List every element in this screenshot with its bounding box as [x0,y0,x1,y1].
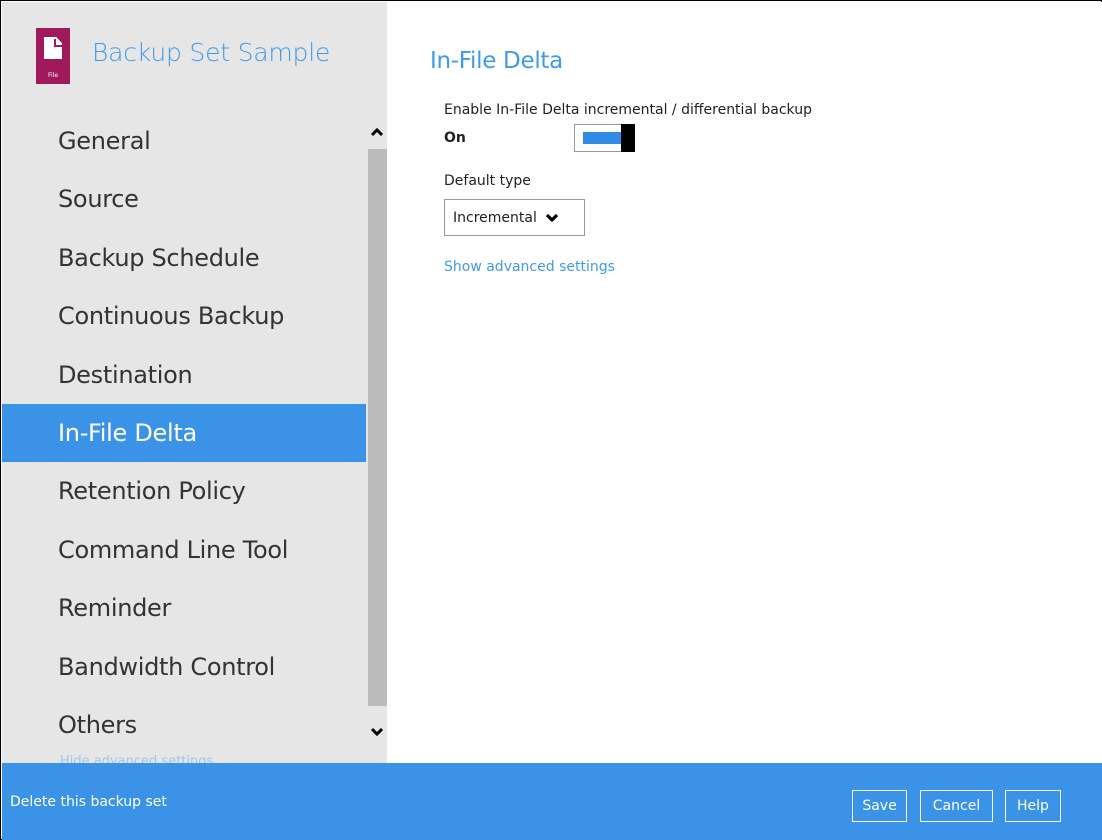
sidebar-item-continuous-backup[interactable]: Continuous Backup [2,287,366,345]
help-button[interactable]: Help [1005,790,1061,822]
sidebar-item-source[interactable]: Source [2,170,366,228]
window: File Backup Set Sample General Source Ba… [0,0,1102,840]
sidebar-item-destination[interactable]: Destination [2,346,366,404]
save-button[interactable]: Save [852,790,907,822]
delete-backup-set-link[interactable]: Delete this backup set [10,794,167,810]
file-icon-label: File [47,72,59,79]
sidebar-nav: General Source Backup Schedule Continuou… [2,112,366,754]
scroll-up-icon[interactable] [370,127,384,139]
scroll-down-icon[interactable] [370,727,384,739]
default-type-select[interactable]: Incremental [444,199,585,236]
toggle-fill [583,132,623,144]
enable-in-file-delta-label: Enable In-File Delta incremental / diffe… [444,102,812,118]
scroll-thumb[interactable] [368,149,387,706]
app-title: Backup Set Sample [92,37,331,67]
show-advanced-settings-link[interactable]: Show advanced settings [444,259,615,275]
sidebar-item-others[interactable]: Others [2,696,366,754]
toggle-state-label: On [444,130,466,146]
in-file-delta-toggle[interactable] [574,124,635,152]
file-sheet-icon [44,37,62,59]
section-title: In-File Delta [430,48,563,74]
sidebar-scrollbar[interactable] [368,123,387,747]
sidebar-item-bandwidth-control[interactable]: Bandwidth Control [2,638,366,696]
footer-bar: Delete this backup set Save Cancel Help [2,763,1102,840]
sidebar-item-reminder[interactable]: Reminder [2,579,366,637]
default-type-label: Default type [444,173,531,189]
sidebar-item-backup-schedule[interactable]: Backup Schedule [2,229,366,287]
hide-advanced-settings-link[interactable]: Hide advanced settings [60,754,213,763]
toggle-knob[interactable] [621,124,635,152]
sidebar-item-general[interactable]: General [2,112,366,170]
sidebar: File Backup Set Sample General Source Ba… [2,2,387,763]
sidebar-item-retention-policy[interactable]: Retention Policy [2,462,366,520]
main-panel: In-File Delta Enable In-File Delta incre… [387,2,1102,763]
chevron-down-icon [545,213,558,222]
cancel-button[interactable]: Cancel [920,790,993,822]
app-header: File Backup Set Sample [36,28,330,84]
sidebar-item-command-line-tool[interactable]: Command Line Tool [2,521,366,579]
sidebar-item-in-file-delta[interactable]: In-File Delta [2,403,366,463]
default-type-value: Incremental [453,209,537,226]
file-icon: File [36,28,70,84]
